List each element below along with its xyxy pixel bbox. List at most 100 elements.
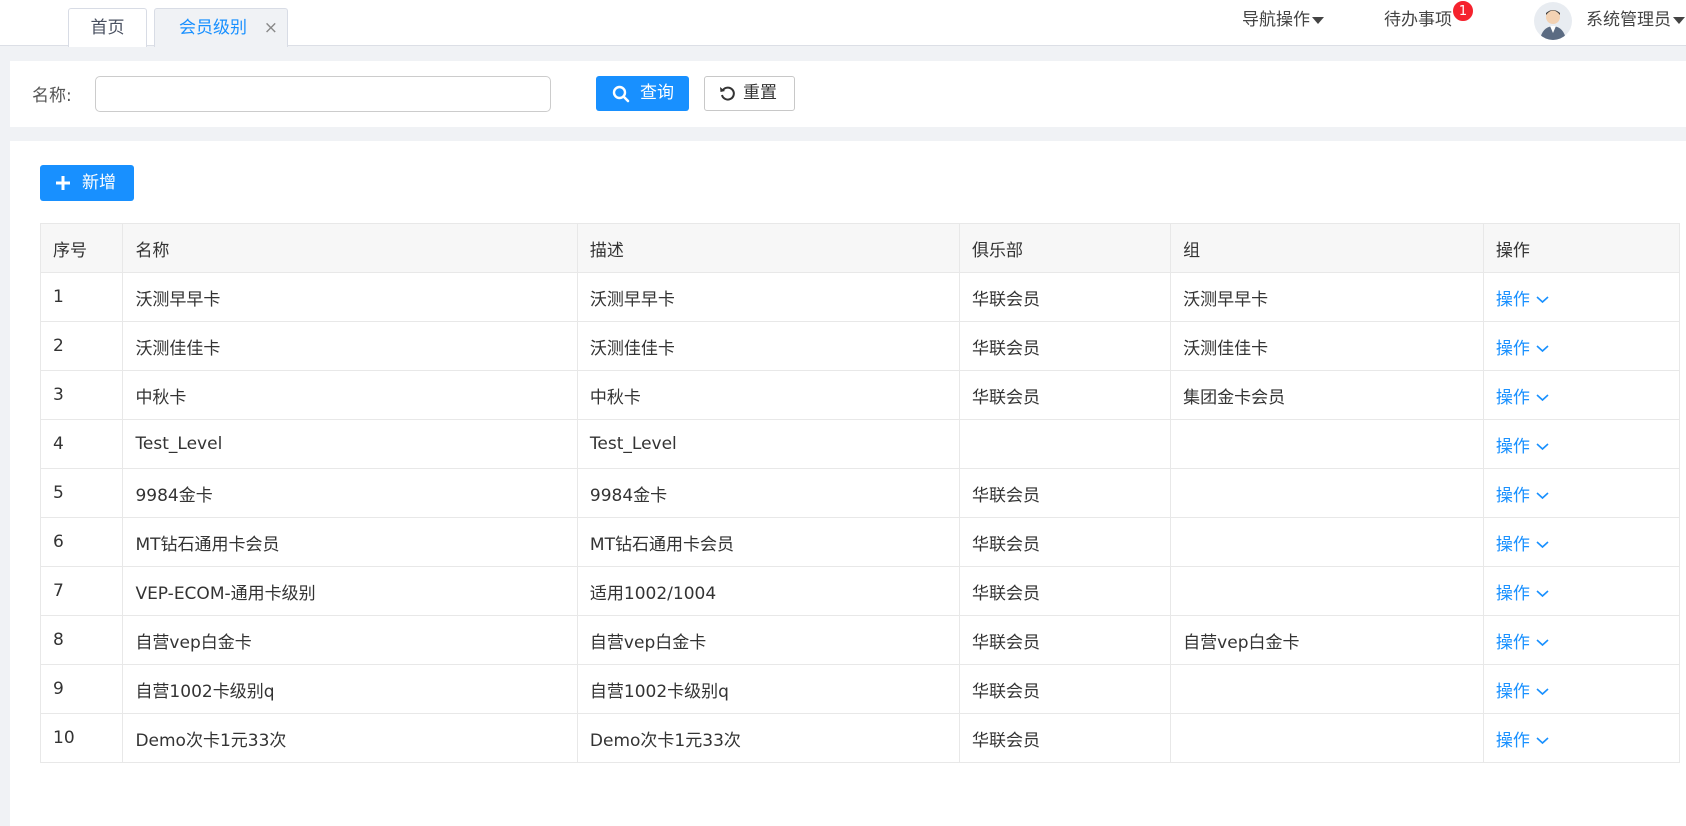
cell-action: 操作	[1482, 517, 1681, 567]
row-action-label: 操作	[1495, 436, 1530, 457]
row-action-dropdown[interactable]: 操作	[1496, 486, 1549, 506]
table-row: 9 自营1002卡级别q 自营1002卡级别q 华联会员 操作	[39, 664, 1681, 714]
cell-name: Test_Level	[122, 419, 578, 469]
cell-no: 9	[39, 664, 124, 714]
cell-desc: 9984金卡	[576, 468, 961, 518]
caret-down-icon	[1673, 16, 1685, 24]
user-name: 系统管理员	[1586, 10, 1671, 30]
cell-group: 集团金卡会员	[1170, 370, 1484, 420]
cell-action: 操作	[1482, 566, 1681, 616]
plus-icon	[56, 176, 70, 190]
table-header-row: 序号 名称 描述 俱乐部 组 操作	[39, 223, 1681, 273]
row-action-label: 操作	[1495, 387, 1530, 408]
search-icon	[612, 85, 630, 103]
row-action-dropdown[interactable]: 操作	[1496, 290, 1549, 310]
row-action-dropdown[interactable]: 操作	[1496, 388, 1549, 408]
cell-desc: 沃测早早卡	[576, 272, 961, 322]
cell-group: 自营vep白金卡	[1170, 615, 1484, 665]
cell-name: 9984金卡	[122, 468, 578, 518]
cell-name: MT钻石通用卡会员	[122, 517, 578, 567]
refresh-icon	[720, 86, 735, 101]
table-row: 2 沃测佳佳卡 沃测佳佳卡 华联会员 沃测佳佳卡 操作	[39, 321, 1681, 371]
cell-club: 华联会员	[959, 468, 1172, 518]
chevron-down-icon	[1536, 345, 1549, 353]
cell-group	[1170, 664, 1484, 714]
top-bar: 首页 会员级别 × 导航操作 待办事项 1 系统管理员	[0, 0, 1686, 47]
chevron-down-icon	[1536, 492, 1549, 500]
cell-group	[1170, 517, 1484, 567]
add-label: 新增	[82, 173, 116, 193]
cell-action: 操作	[1482, 419, 1681, 469]
cell-no: 1	[39, 272, 124, 322]
row-action-dropdown[interactable]: 操作	[1496, 633, 1549, 653]
cell-no: 4	[39, 419, 124, 469]
row-action-label: 操作	[1495, 583, 1530, 604]
cell-group	[1170, 566, 1484, 616]
tab-label: 会员级别	[179, 18, 247, 38]
reset-label: 重置	[743, 83, 777, 103]
cell-desc: 自营1002卡级别q	[576, 664, 961, 714]
row-action-label: 操作	[1495, 338, 1530, 359]
add-button[interactable]: 新增	[40, 165, 134, 201]
cell-no: 8	[39, 615, 124, 665]
todo-link[interactable]: 待办事项	[1384, 8, 1452, 32]
cell-desc: Demo次卡1元33次	[576, 713, 961, 763]
row-action-dropdown[interactable]: 操作	[1496, 339, 1549, 359]
cell-group	[1170, 468, 1484, 518]
cell-club	[959, 419, 1172, 469]
cell-no: 3	[39, 370, 124, 420]
cell-club: 华联会员	[959, 566, 1172, 616]
row-action-label: 操作	[1495, 632, 1530, 653]
column-header-group: 组	[1170, 223, 1484, 273]
cell-action: 操作	[1482, 468, 1681, 518]
cell-desc: 中秋卡	[576, 370, 961, 420]
cell-name: 沃测佳佳卡	[122, 321, 578, 371]
cell-action: 操作	[1482, 321, 1681, 371]
cell-action: 操作	[1482, 272, 1681, 322]
cell-no: 2	[39, 321, 124, 371]
nav-operations-dropdown[interactable]: 导航操作	[1242, 8, 1324, 32]
table-row: 10 Demo次卡1元33次 Demo次卡1元33次 华联会员 操作	[39, 713, 1681, 763]
chevron-down-icon	[1536, 688, 1549, 696]
chevron-down-icon	[1536, 541, 1549, 549]
query-button[interactable]: 查询	[596, 76, 689, 111]
reset-button[interactable]: 重置	[704, 76, 795, 111]
tab-member-level[interactable]: 会员级别 ×	[154, 8, 288, 47]
row-action-dropdown[interactable]: 操作	[1496, 437, 1549, 457]
cell-group	[1170, 713, 1484, 763]
cell-desc: 自营vep白金卡	[576, 615, 961, 665]
row-action-label: 操作	[1495, 534, 1530, 555]
column-header-action: 操作	[1482, 223, 1681, 273]
row-action-dropdown[interactable]: 操作	[1496, 535, 1549, 555]
column-header-desc: 描述	[576, 223, 961, 273]
cell-no: 10	[39, 713, 124, 763]
name-search-input[interactable]	[95, 76, 551, 112]
query-label: 查询	[640, 83, 674, 103]
cell-group	[1170, 419, 1484, 469]
cell-desc: Test_Level	[576, 419, 961, 469]
column-header-club: 俱乐部	[959, 223, 1172, 273]
user-menu[interactable]: 系统管理员	[1586, 8, 1685, 32]
cell-desc: 沃测佳佳卡	[576, 321, 961, 371]
member-level-table: 序号 名称 描述 俱乐部 组 操作 1 沃测早早卡 沃测早早卡 华联会员 沃测早早卡 操作…	[39, 223, 1681, 763]
table-row: 6 MT钻石通用卡会员 MT钻石通用卡会员 华联会员 操作	[39, 517, 1681, 567]
cell-name: VEP-ECOM-通用卡级别	[122, 566, 578, 616]
cell-no: 5	[39, 468, 124, 518]
tab-close-icon[interactable]: ×	[264, 9, 278, 47]
row-action-label: 操作	[1495, 681, 1530, 702]
cell-group: 沃测早早卡	[1170, 272, 1484, 322]
chevron-down-icon	[1536, 394, 1549, 402]
user-avatar-icon[interactable]	[1534, 2, 1572, 40]
chevron-down-icon	[1536, 639, 1549, 647]
row-action-dropdown[interactable]: 操作	[1496, 731, 1549, 751]
chevron-down-icon	[1536, 590, 1549, 598]
cell-club: 华联会员	[959, 272, 1172, 322]
chevron-down-icon	[1536, 737, 1549, 745]
cell-action: 操作	[1482, 615, 1681, 665]
content-panel: 新增 序号 名称 描述 俱乐部 组 操作 1 沃测早早卡 沃测早早卡 华联会员 沃测早早…	[10, 141, 1686, 826]
chevron-down-icon	[1536, 443, 1549, 451]
cell-club: 华联会员	[959, 517, 1172, 567]
row-action-dropdown[interactable]: 操作	[1496, 682, 1549, 702]
tab-home[interactable]: 首页	[68, 8, 147, 47]
row-action-dropdown[interactable]: 操作	[1496, 584, 1549, 604]
